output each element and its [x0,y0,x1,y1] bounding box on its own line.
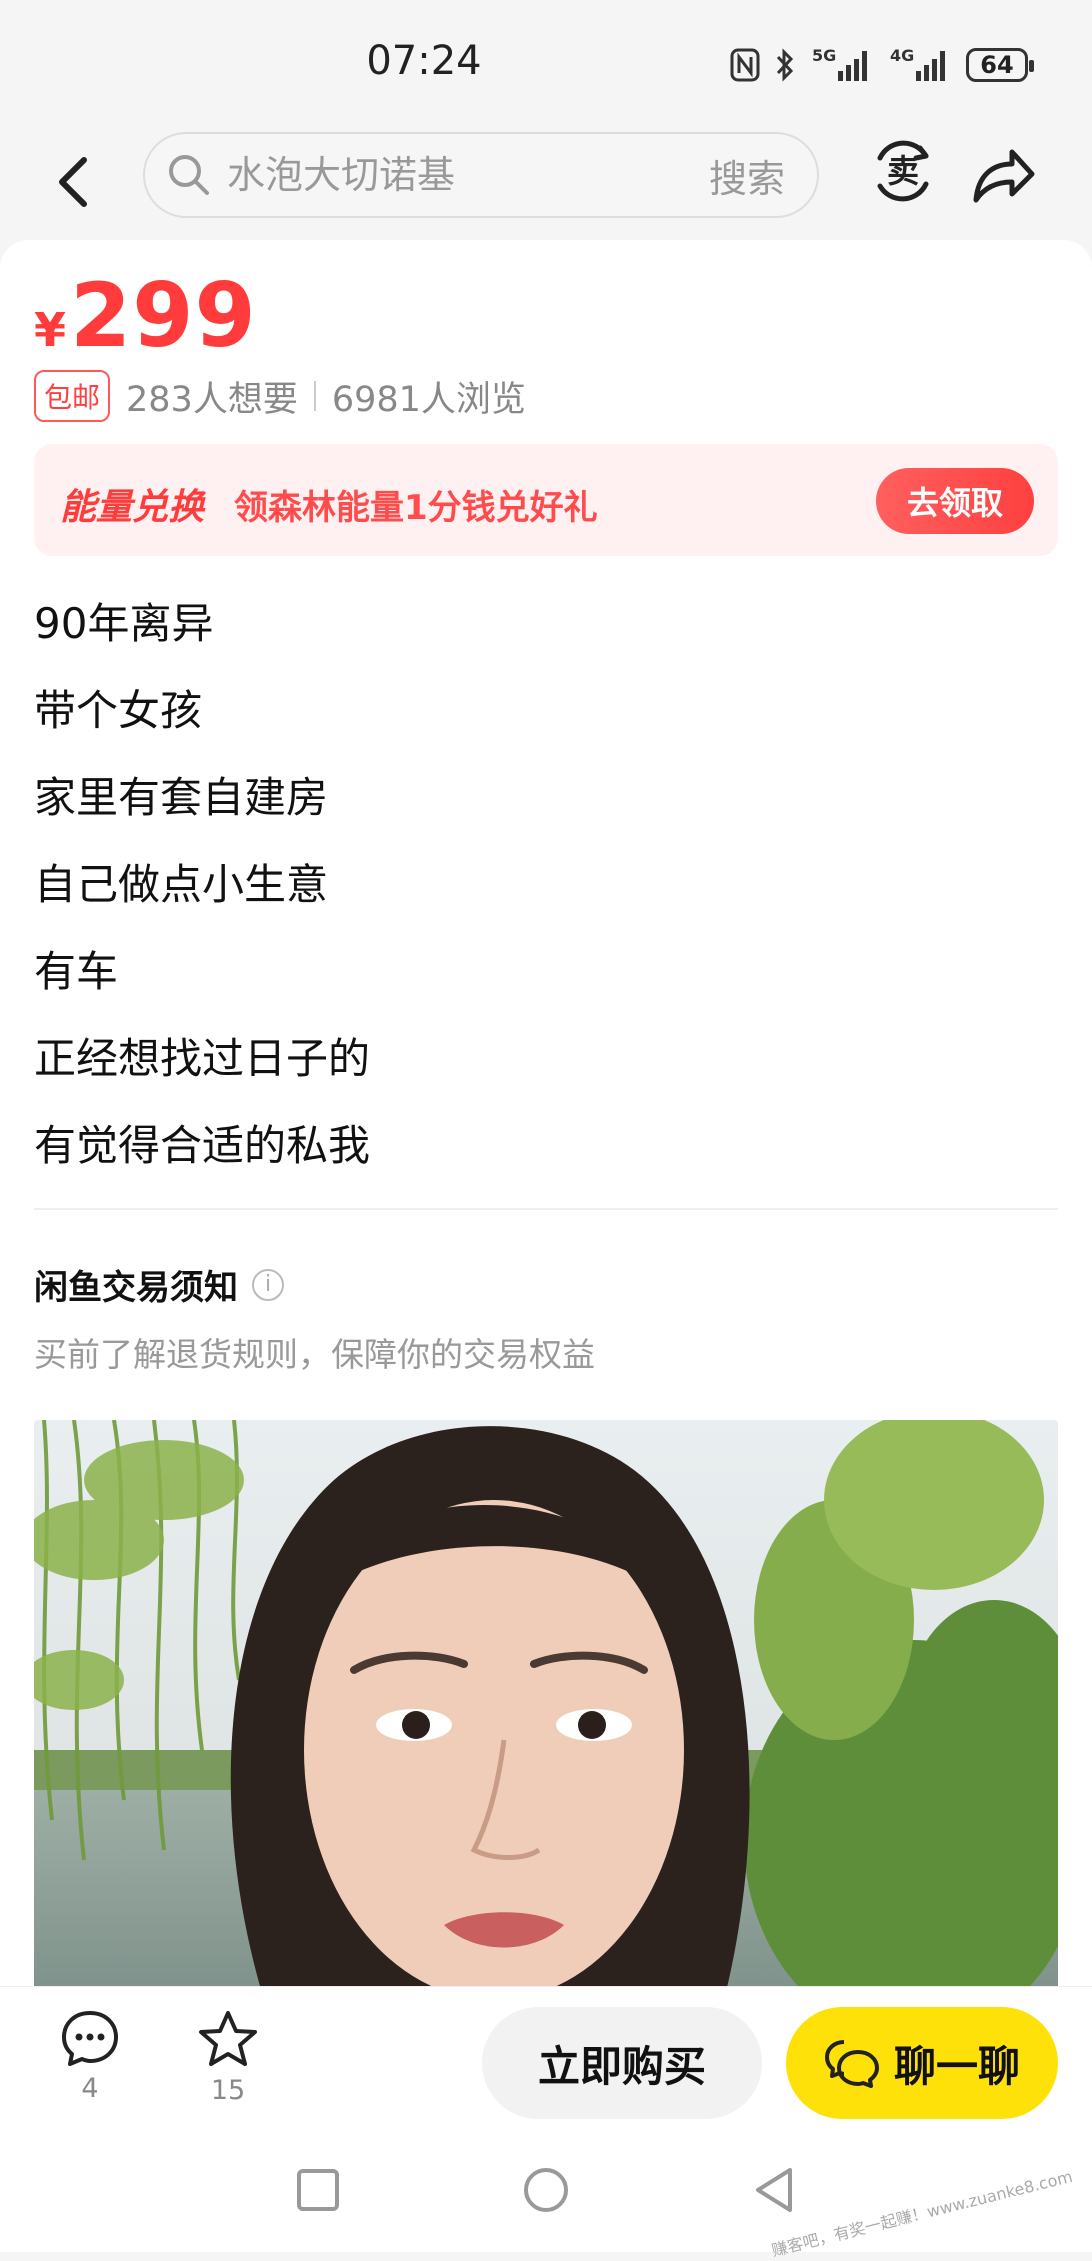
bluetooth-icon [776,48,794,82]
star-icon [199,2011,257,2066]
favorite-count: 15 [210,2075,246,2106]
signal-4g-icon: 4G [890,46,945,81]
listing-meta: 包邮 283人想要 6981人浏览 [34,370,526,422]
sell-icon: 卖 [877,140,929,202]
wants-count: 283人想要 [126,379,298,420]
bottom-action-bar: 4 15 立即购买 聊一聊 [0,1986,1092,2127]
promo-title: 能量兑换 [60,487,205,528]
top-navigation: 搜索 卖 [0,130,1092,240]
svg-text:5G: 5G [812,46,836,65]
chat-button-label: 聊一聊 [893,2041,1020,2091]
section-divider [34,1208,1058,1210]
search-input[interactable] [225,152,679,198]
description-line: 90年离异 [34,599,214,648]
description-line: 有车 [34,947,119,996]
comment-count: 4 [81,2073,99,2104]
back-nav-button[interactable] [744,2160,804,2220]
promo-description: 领森林能量1分钱兑好礼 [234,488,598,528]
free-shipping-badge: 包邮 [34,370,111,422]
favorite-button[interactable]: 15 [178,2009,278,2106]
listing-photo[interactable] [34,1420,1058,2000]
battery-indicator: 64 [966,48,1034,82]
status-time: 07:24 [366,38,482,84]
listing-card: ¥ 299 包邮 283人想要 6981人浏览 能量兑换 领森林能量1分钱兑好礼… [0,240,1092,2000]
energy-promo-banner[interactable]: 能量兑换 领森林能量1分钱兑好礼 去领取 [34,444,1058,556]
search-box[interactable]: 搜索 [143,132,819,218]
circle-icon [524,2168,568,2212]
listing-description: 90年离异 带个女孩 家里有套自建房 自己做点小生意 有车 正经想找过日子的 有… [34,580,370,1189]
price-value: 299 [70,264,257,367]
description-line: 带个女孩 [34,686,203,735]
back-arrow-icon [59,157,87,207]
home-button[interactable] [516,2160,576,2220]
description-line: 有觉得合适的私我 [34,1121,371,1170]
description-line: 正经想找过日子的 [34,1034,371,1083]
status-bar: 07:24 5G 4G 64 [0,0,1092,130]
search-icon [169,155,209,195]
description-line: 家里有套自建房 [34,773,329,822]
price-currency: ¥ [34,303,67,357]
share-button[interactable] [968,140,1038,210]
description-line: 自己做点小生意 [34,860,329,909]
sell-icon-label: 卖 [887,152,919,190]
listing-photo-illustration [34,1420,1058,2000]
chat-button[interactable]: 聊一聊 [786,2007,1058,2119]
search-button[interactable]: 搜索 [709,148,785,203]
square-icon [297,2169,339,2211]
trade-notice-label: 闲鱼交易须知 [34,1268,238,1308]
status-icons: 5G 4G 64 [730,40,1034,90]
views-count: 6981人浏览 [331,379,526,420]
sell-button[interactable]: 卖 [868,136,938,206]
svg-text:4G: 4G [890,46,914,65]
trade-notice-title[interactable]: 闲鱼交易须知 i [34,1260,284,1309]
triangle-back-icon [756,2168,792,2212]
site-watermark: 赚客吧，有奖一起赚！www.zuanke8.com [769,2166,1075,2261]
meta-separator [313,381,316,411]
price: ¥ 299 [34,264,257,367]
info-icon[interactable]: i [252,1268,284,1301]
share-icon [973,149,1035,203]
nfc-icon [730,48,760,82]
chat-icon [824,2040,879,2088]
buy-now-button[interactable]: 立即购买 [482,2007,762,2119]
comment-button[interactable]: 4 [40,2009,140,2104]
comment-icon [62,2011,118,2066]
trade-notice-subtitle: 买前了解退货规则，保障你的交易权益 [34,1335,595,1374]
promo-claim-button[interactable]: 去领取 [876,468,1034,534]
signal-5g-icon: 5G [812,46,867,81]
system-navigation-bar: 赚客吧，有奖一起赚！www.zuanke8.com [0,2126,1092,2260]
recent-apps-button[interactable] [288,2160,348,2220]
back-button[interactable] [42,150,106,214]
